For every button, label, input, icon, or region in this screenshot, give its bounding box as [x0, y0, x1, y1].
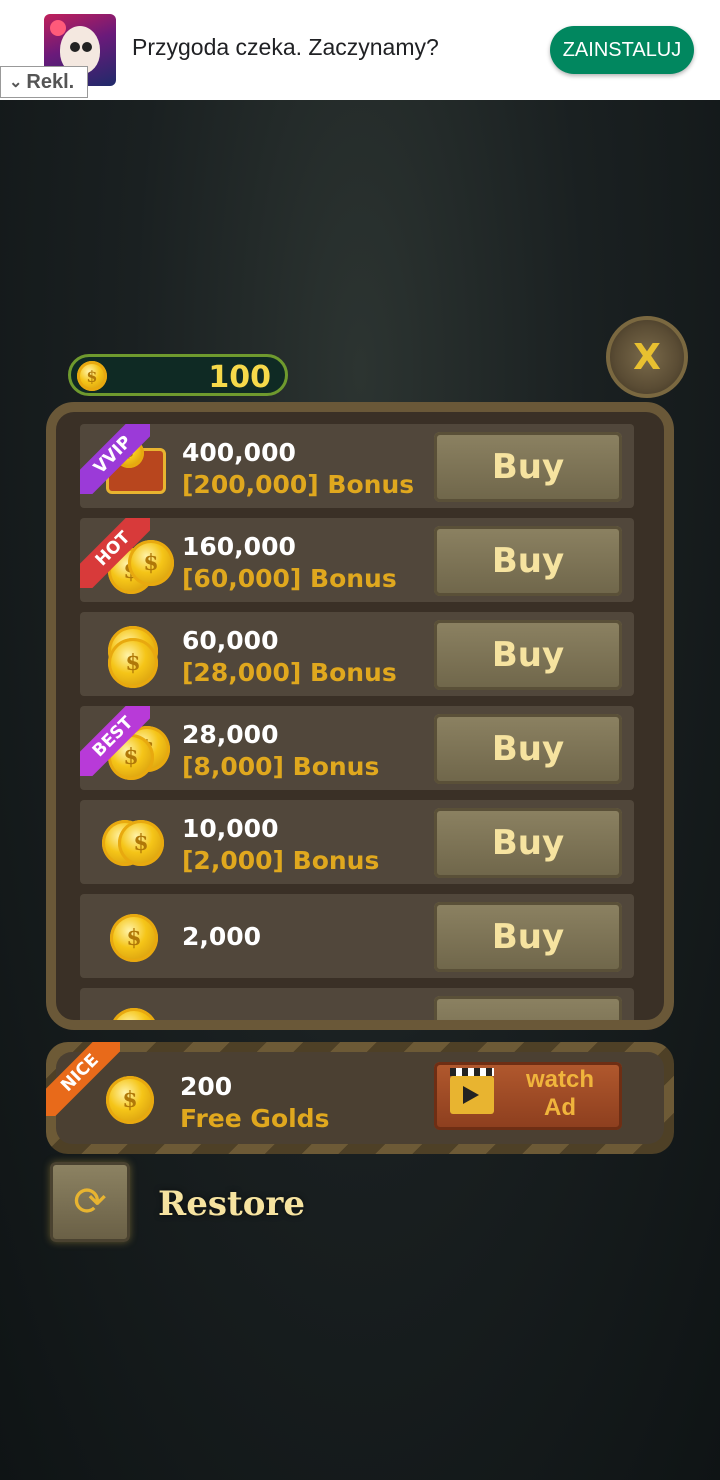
- buy-button[interactable]: Buy: [434, 432, 622, 502]
- ad-text[interactable]: Przygoda czeka. Zaczynamy?: [132, 34, 439, 61]
- close-button[interactable]: X: [606, 316, 688, 398]
- offer-bonus: [200,000] Bonus: [182, 470, 415, 499]
- badge-vvip: VVIP: [80, 424, 150, 494]
- offer-amount: 60,000: [182, 626, 279, 655]
- refresh-icon: ⟳: [73, 1179, 107, 1225]
- ad-banner[interactable]: Przygoda czeka. Zaczynamy? ZAINSTALUJ ⌄ …: [0, 0, 720, 100]
- balance-value: 100: [208, 360, 271, 395]
- offer-amount: 2,000: [182, 922, 262, 951]
- offer-row-4: $ $ 10,000 [2,000] Bonus Buy: [80, 800, 634, 884]
- offer-bonus: [2,000] Bonus: [182, 846, 380, 875]
- coin-icon: [102, 1000, 162, 1020]
- restore-label[interactable]: Restore: [158, 1184, 305, 1224]
- free-amount: 200: [180, 1072, 233, 1101]
- offer-row-3: $ $ BEST 28,000 [8,000] Bonus Buy: [80, 706, 634, 790]
- offer-amount: 10,000: [182, 814, 279, 843]
- watch-ad-button[interactable]: watch Ad: [434, 1062, 622, 1130]
- free-gold-offer: NICE $ 200 Free Golds watch Ad: [46, 1042, 674, 1154]
- install-button[interactable]: ZAINSTALUJ: [550, 26, 694, 74]
- offer-row-1: $ $ HOT 160,000 [60,000] Bonus Buy: [80, 518, 634, 602]
- free-label: Free Golds: [180, 1104, 330, 1133]
- coin-icon: $: [77, 361, 107, 391]
- offer-row-0: $ VVIP 400,000 [200,000] Bonus Buy: [80, 424, 634, 508]
- offer-amount: 160,000: [182, 532, 296, 561]
- buy-button[interactable]: Buy: [434, 808, 622, 878]
- gold-balance: $ 100: [68, 354, 288, 396]
- play-icon: [463, 1086, 479, 1104]
- buy-button[interactable]: Buy: [434, 902, 622, 972]
- buy-button[interactable]: Buy: [434, 620, 622, 690]
- badge-best: BEST: [80, 706, 150, 776]
- offer-bonus: [28,000] Bonus: [182, 658, 397, 687]
- ad-tag-text: Rekl.: [26, 70, 75, 93]
- ad-label[interactable]: ⌄ Rekl.: [0, 66, 88, 98]
- offer-amount: 400,000: [182, 438, 296, 467]
- restore-button[interactable]: ⟳: [50, 1162, 130, 1242]
- offer-row-5: $ 2,000 Buy: [80, 894, 634, 978]
- offer-row-2: $ $ 60,000 [28,000] Bonus Buy: [80, 612, 634, 696]
- coin-icon: $: [102, 906, 162, 966]
- shop-panel[interactable]: $ VVIP 400,000 [200,000] Bonus Buy $ $ H…: [46, 402, 674, 1030]
- offer-row-partial: [80, 988, 634, 1020]
- ad-label: Ad: [544, 1094, 576, 1121]
- offer-bonus: [60,000] Bonus: [182, 564, 397, 593]
- offer-amount: 28,000: [182, 720, 279, 749]
- two-coins-icon: $ $: [102, 812, 164, 872]
- offer-bonus: [8,000] Bonus: [182, 752, 380, 781]
- badge-hot: HOT: [80, 518, 150, 588]
- buy-button[interactable]: Buy: [434, 526, 622, 596]
- chevron-down-icon: ⌄: [9, 74, 23, 91]
- buy-button[interactable]: Buy: [434, 714, 622, 784]
- coin-stack-icon: $ $: [102, 624, 162, 688]
- coin-icon: $: [106, 1076, 154, 1124]
- watch-label: watch: [525, 1066, 594, 1093]
